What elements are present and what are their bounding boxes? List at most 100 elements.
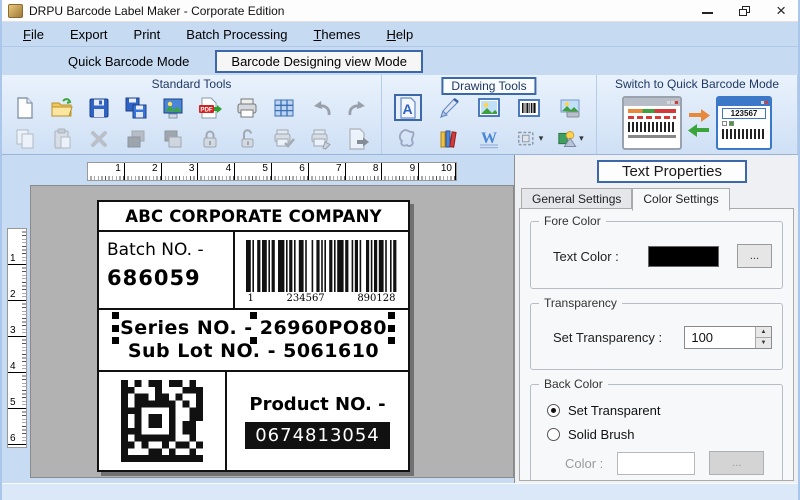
datamatrix-svg <box>121 380 203 462</box>
minimize-button[interactable] <box>702 3 714 18</box>
dropdown-arrow-icon[interactable]: ▾ <box>579 133 584 144</box>
send-back-icon[interactable] <box>159 125 187 152</box>
open-folder-icon[interactable] <box>48 94 76 121</box>
svg-text:PDF: PDF <box>200 106 213 113</box>
datamatrix-code[interactable] <box>99 372 227 470</box>
save-all-icon[interactable] <box>122 94 150 121</box>
drawing-tools-section: Drawing Tools A W ▾ ▾ <box>382 75 597 154</box>
text-color-browse-button[interactable]: ... <box>736 244 772 268</box>
selection-handle[interactable] <box>387 337 395 344</box>
selection-handle[interactable] <box>387 312 395 319</box>
menu-themes[interactable]: Themes <box>300 24 373 45</box>
text-color-label: Text Color : <box>553 248 619 264</box>
quick-mode-window-icon: 123567 <box>716 96 772 150</box>
barcode-designing-mode-tab[interactable]: Barcode Designing view Mode <box>215 49 424 73</box>
app-icon <box>8 3 23 18</box>
text-color-swatch[interactable] <box>647 245 719 267</box>
save-icon[interactable] <box>85 94 113 121</box>
delete-icon[interactable] <box>85 125 113 152</box>
print-preview-icon[interactable] <box>270 125 298 152</box>
export-image-icon[interactable] <box>159 94 187 121</box>
label-card[interactable]: ABC CORPORATE COMPANY Batch NO. - 686059… <box>97 200 410 472</box>
transparency-value[interactable]: 100 <box>685 327 755 348</box>
back-color-group: Back Color Set Transparent Solid Brush C… <box>530 377 783 480</box>
spinner-down-icon[interactable]: ▼ <box>756 338 771 348</box>
app-window: DRPU Barcode Label Maker - Corporate Edi… <box>0 0 800 500</box>
set-transparency-label: Set Transparency : <box>553 330 663 345</box>
freeform-icon[interactable] <box>394 125 422 152</box>
menu-file[interactable]: File <box>10 24 57 45</box>
tab-color-settings[interactable]: Color Settings <box>632 188 730 211</box>
set-transparent-label: Set Transparent <box>568 403 661 418</box>
shapes-icon[interactable]: ▾ <box>556 125 584 152</box>
menu-help[interactable]: Help <box>373 24 426 45</box>
swap-arrows-icon <box>688 109 710 137</box>
spinner-up-icon[interactable]: ▲ <box>756 327 771 338</box>
label-company-text[interactable]: ABC CORPORATE COMPANY <box>99 202 408 230</box>
paste-icon[interactable] <box>48 125 76 152</box>
solid-brush-radio[interactable] <box>547 428 560 441</box>
pencil-icon[interactable] <box>435 94 463 121</box>
selection-handle[interactable] <box>112 312 120 319</box>
switch-mode-section: Switch to Quick Barcode Mode 123567 <box>597 75 798 154</box>
selection-handle[interactable] <box>112 337 120 344</box>
transparency-spinner[interactable]: 100 ▲ ▼ <box>684 326 772 349</box>
back-color-browse-button[interactable]: ... <box>709 451 765 475</box>
product-no-label[interactable]: Product NO. - <box>249 394 385 415</box>
properties-panel: Text Properties General Settings Color S… <box>514 155 798 483</box>
print-setup-icon[interactable] <box>307 125 335 152</box>
close-page-icon[interactable] <box>344 125 372 152</box>
new-file-icon[interactable] <box>11 94 39 121</box>
design-area: 1 2 3 4 5 6 7 8 9 10 123456 ABC CORPORATE COMPANY… <box>2 155 798 483</box>
selection-handle[interactable] <box>112 325 120 332</box>
vertical-ruler: 123456 <box>7 228 27 448</box>
dropdown-arrow-icon[interactable]: ▾ <box>539 133 544 144</box>
picture-icon[interactable] <box>475 94 503 121</box>
bring-front-icon[interactable] <box>122 125 150 152</box>
standard-tools-section: Standard Tools PDF <box>2 75 382 154</box>
print-icon[interactable] <box>233 94 261 121</box>
lock-icon[interactable] <box>196 125 224 152</box>
menu-print[interactable]: Print <box>121 24 174 45</box>
set-transparent-radio[interactable] <box>547 404 560 417</box>
barcode-icon[interactable] <box>515 94 543 121</box>
series-no-text-selected[interactable]: Series NO. - 26960PO80 <box>112 312 395 344</box>
switch-mode-title: Switch to Quick Barcode Mode <box>614 77 780 91</box>
label-barcode[interactable]: 1 234567 890128 <box>235 232 408 308</box>
selection-handle[interactable] <box>387 325 395 332</box>
menu-bar: File Export Print Batch Processing Themes Hel… <box>2 22 798 47</box>
batch-no-label[interactable]: Batch NO. - <box>107 240 233 260</box>
quick-barcode-mode-tab[interactable]: Quick Barcode Mode <box>58 50 199 73</box>
text-icon[interactable]: A <box>394 94 423 121</box>
product-no-value[interactable]: 0674813054 <box>245 421 390 449</box>
undo-icon[interactable] <box>307 94 335 121</box>
menu-batch-processing[interactable]: Batch Processing <box>173 24 300 45</box>
svg-text:A: A <box>403 101 413 117</box>
close-button[interactable]: × <box>776 2 786 19</box>
library-icon[interactable] <box>435 125 463 152</box>
export-pdf-icon[interactable]: PDF <box>196 94 224 121</box>
image-shape-icon[interactable] <box>556 94 584 121</box>
drawing-tools-title: Drawing Tools <box>441 77 537 95</box>
window-title: DRPU Barcode Label Maker - Corporate Edi… <box>29 3 285 18</box>
horizontal-ruler: 1 2 3 4 5 6 7 8 9 10 <box>87 162 457 181</box>
solid-brush-label: Solid Brush <box>568 427 635 442</box>
selection-handle[interactable] <box>250 337 258 344</box>
status-bar <box>2 483 798 500</box>
redo-icon[interactable] <box>344 94 372 121</box>
selection-handle[interactable] <box>250 312 258 319</box>
watermark-icon[interactable]: W <box>475 125 503 152</box>
copy-icon[interactable] <box>11 125 39 152</box>
switch-to-quick-mode-button[interactable]: 123567 <box>597 96 797 150</box>
text-properties-title: Text Properties <box>597 160 747 183</box>
menu-export[interactable]: Export <box>57 24 121 45</box>
title-bar: DRPU Barcode Label Maker - Corporate Edi… <box>2 0 798 22</box>
restore-button[interactable] <box>739 5 751 16</box>
toolbar: Standard Tools PDF Drawing Tools A W ▾ ▾ S… <box>2 75 798 155</box>
back-color-field[interactable] <box>617 451 696 475</box>
grid-icon[interactable] <box>270 94 298 121</box>
unlock-icon[interactable] <box>233 125 261 152</box>
mode-bar: Quick Barcode Mode Barcode Designing vie… <box>2 47 798 75</box>
batch-no-value[interactable]: 686059 <box>107 266 233 290</box>
border-icon[interactable]: ▾ <box>515 125 543 152</box>
